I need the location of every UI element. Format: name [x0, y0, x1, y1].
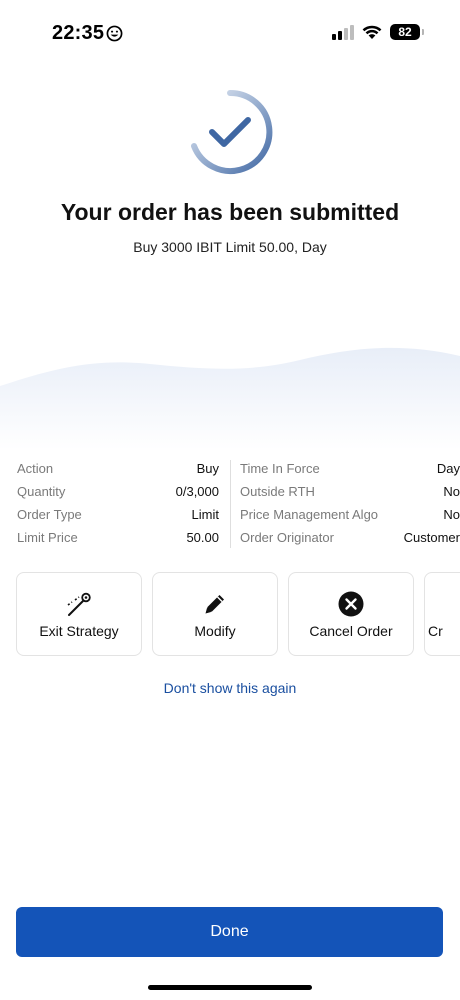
detail-label: Order Originator	[240, 530, 334, 545]
status-icons: 82	[332, 24, 424, 40]
detail-label: Action	[17, 461, 54, 476]
detail-row-quantity: Quantity 0/3,000	[17, 481, 219, 504]
detail-value: Customer	[403, 530, 460, 545]
pencil-icon	[205, 595, 224, 614]
detail-value: 0/3,000	[175, 484, 219, 499]
detail-value: Limit	[191, 507, 219, 522]
action-label: Modify	[194, 623, 236, 639]
home-indicator	[148, 985, 312, 990]
details-column-right: Time In Force Day Outside RTH No Price M…	[240, 458, 460, 550]
detail-label: Outside RTH	[240, 484, 315, 499]
dont-show-again-link[interactable]: Don't show this again	[0, 680, 460, 696]
done-button[interactable]: Done	[16, 907, 443, 957]
detail-value: 50.00	[186, 530, 219, 545]
detail-row-action: Action Buy	[17, 458, 219, 481]
cancel-order-button[interactable]: Cancel Order	[288, 572, 414, 656]
order-details: Action Buy Quantity 0/3,000 Order Type L…	[17, 458, 460, 550]
detail-row-limit-price: Limit Price 50.00	[17, 527, 219, 550]
detail-label: Quantity	[17, 484, 66, 499]
smiley-icon	[106, 25, 123, 42]
detail-label: Limit Price	[17, 530, 78, 545]
cellular-signal-icon	[332, 24, 354, 40]
detail-row-price-management-algo: Price Management Algo No	[240, 504, 460, 527]
detail-label: Price Management Algo	[240, 507, 379, 522]
order-summary: Buy 3000 IBIT Limit 50.00, Day	[133, 239, 327, 255]
action-cards: Exit Strategy Modify Cancel Order Cr	[16, 572, 460, 656]
detail-value: Day	[436, 461, 460, 476]
detail-row-outside-rth: Outside RTH No	[240, 481, 460, 504]
detail-value: No	[443, 484, 460, 499]
detail-row-order-type: Order Type Limit	[17, 504, 219, 527]
success-check-icon	[191, 89, 273, 174]
action-label: Exit Strategy	[39, 623, 119, 639]
detail-value: No	[443, 507, 460, 522]
wifi-icon	[362, 25, 382, 39]
status-bar: 22:35 82	[0, 0, 460, 64]
battery-indicator: 82	[390, 24, 424, 40]
details-column-left: Action Buy Quantity 0/3,000 Order Type L…	[17, 458, 219, 550]
action-label: Cancel Order	[309, 623, 393, 639]
decorative-wave	[0, 347, 460, 450]
modify-button[interactable]: Modify	[152, 572, 278, 656]
detail-label: Order Type	[17, 507, 82, 522]
exit-strategy-icon	[67, 592, 91, 616]
partially-visible-action-button[interactable]: Cr	[424, 572, 460, 656]
page-title: Your order has been submitted	[60, 199, 400, 225]
detail-row-order-originator: Order Originator Customer	[240, 527, 460, 550]
exit-strategy-button[interactable]: Exit Strategy	[16, 572, 142, 656]
detail-label: Time In Force	[240, 461, 320, 476]
detail-row-time-in-force: Time In Force Day	[240, 458, 460, 481]
cancel-circle-icon	[338, 591, 364, 617]
detail-value: Buy	[196, 461, 219, 476]
status-time: 22:35	[52, 22, 105, 44]
action-label: Cr	[428, 623, 443, 639]
details-divider	[230, 460, 231, 548]
